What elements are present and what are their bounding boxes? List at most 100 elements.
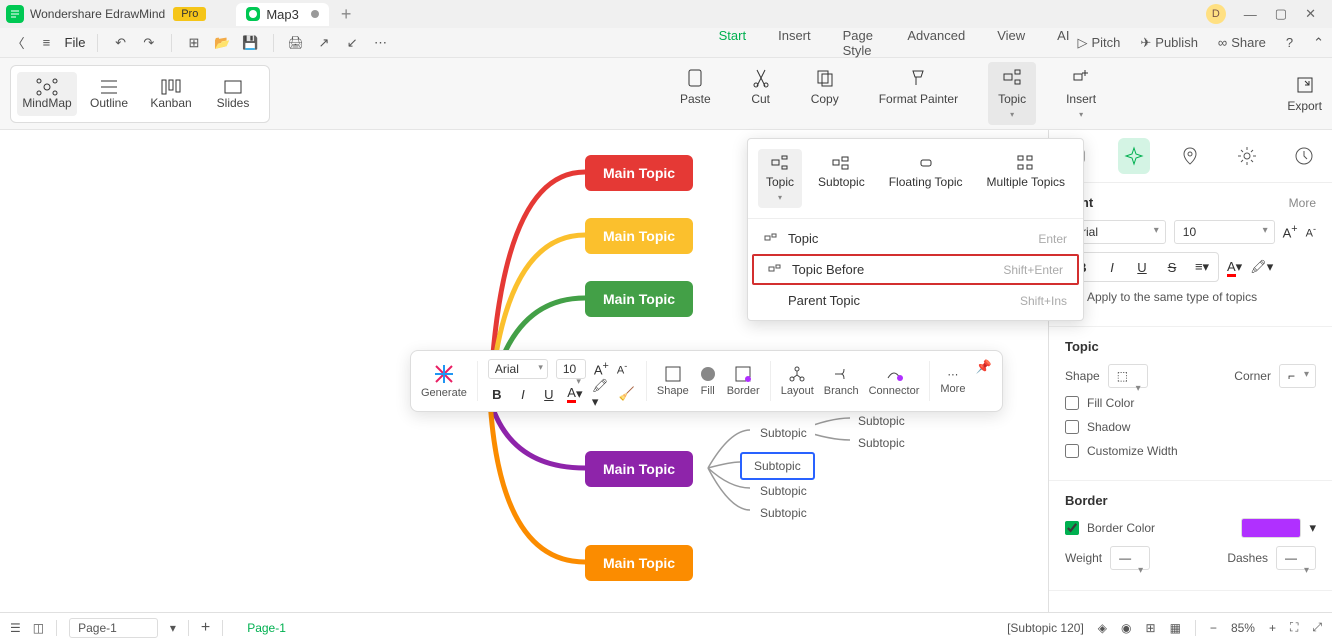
bold-icon[interactable]: B	[488, 385, 506, 403]
outline-toggle-icon[interactable]: ☰	[10, 621, 21, 635]
sp-tab-map[interactable]	[1174, 138, 1207, 174]
font-color-button[interactable]: A▾	[1227, 259, 1242, 275]
subtopic-selected[interactable]: Subtopic	[740, 452, 815, 480]
dashes-select[interactable]: —	[1276, 546, 1316, 570]
avatar[interactable]: D	[1206, 4, 1226, 24]
add-page-button[interactable]: +	[201, 619, 210, 637]
font-increase-icon[interactable]: A+	[1283, 223, 1298, 240]
dd-multiple-topics[interactable]: Multiple Topics	[979, 149, 1073, 208]
view-kanban[interactable]: Kanban	[141, 72, 201, 116]
more-quick-icon[interactable]: ⋯	[370, 32, 390, 54]
page-tab[interactable]: Page-1	[235, 621, 298, 635]
print-icon[interactable]: 🖨	[286, 32, 306, 54]
fullscreen-icon[interactable]: ⤢	[1312, 620, 1322, 635]
pitch-button[interactable]: ▷Pitch	[1077, 35, 1120, 51]
branch-button[interactable]: Branch	[824, 365, 859, 397]
redo-icon[interactable]: ↷	[139, 32, 159, 54]
border-color-checkbox[interactable]	[1065, 521, 1079, 535]
underline-icon[interactable]: U	[540, 385, 558, 403]
main-topic-1[interactable]: Main Topic	[585, 155, 693, 191]
sidebar-toggle-icon[interactable]: ◫	[33, 621, 44, 635]
sp-tab-ai[interactable]	[1118, 138, 1151, 174]
corner-select[interactable]: ⌐	[1279, 364, 1316, 388]
subtopic[interactable]: Subtopic	[752, 422, 815, 444]
fit-screen-icon[interactable]: ⛶	[1290, 620, 1298, 635]
share-button[interactable]: ∞Share	[1218, 35, 1266, 50]
topic-button[interactable]: Topic▾	[988, 62, 1036, 125]
status-icon-4[interactable]: ▦	[1170, 621, 1181, 635]
font-color-icon[interactable]: A▾	[566, 385, 584, 403]
export-button[interactable]: Export	[1287, 75, 1322, 113]
file-menu[interactable]: File	[65, 35, 86, 50]
cut-button[interactable]: Cut	[741, 62, 781, 125]
shadow-checkbox[interactable]	[1065, 420, 1079, 434]
close-icon[interactable]: ✕	[1305, 6, 1316, 22]
paste-button[interactable]: Paste	[670, 62, 721, 125]
highlight-button[interactable]: 🖍▾	[1250, 259, 1273, 275]
border-button[interactable]: Border	[727, 365, 760, 397]
import-icon[interactable]: ↙	[342, 32, 362, 54]
dd-floating-topic[interactable]: Floating Topic	[881, 149, 971, 208]
publish-button[interactable]: ✈Publish	[1140, 35, 1198, 51]
view-outline[interactable]: Outline	[79, 72, 139, 116]
main-topic-5[interactable]: Main Topic	[585, 545, 693, 581]
sp-tab-settings[interactable]	[1231, 138, 1264, 174]
size-select[interactable]: 10	[556, 359, 586, 379]
fill-button[interactable]: Fill	[699, 365, 717, 397]
status-icon-2[interactable]: ◉	[1121, 621, 1131, 635]
font-more[interactable]: More	[1289, 196, 1316, 210]
back-icon[interactable]: 〈	[8, 32, 28, 54]
dd-item-topic[interactable]: TopicEnter	[748, 223, 1083, 254]
menu-icon[interactable]: ≡	[36, 32, 56, 54]
undo-icon[interactable]: ↶	[110, 32, 130, 54]
shape-select[interactable]: ⬚	[1108, 364, 1148, 388]
dd-item-parent-topic[interactable]: Parent TopicShift+Ins	[748, 285, 1083, 316]
maximize-icon[interactable]: ▢	[1275, 6, 1287, 22]
open-icon[interactable]: 📂	[212, 32, 232, 54]
page-selector[interactable]: Page-1	[69, 618, 158, 638]
view-mindmap[interactable]: MindMap	[17, 72, 77, 116]
new-icon[interactable]: ⊞	[184, 32, 204, 54]
close-tab-icon[interactable]	[311, 10, 319, 18]
save-icon[interactable]: 💾	[240, 32, 260, 54]
font-size-select[interactable]: 10	[1174, 220, 1275, 244]
copy-button[interactable]: Copy	[801, 62, 849, 125]
main-topic-2[interactable]: Main Topic	[585, 218, 693, 254]
minimize-icon[interactable]: —	[1244, 7, 1257, 22]
underline-button[interactable]: U	[1128, 255, 1156, 279]
zoom-level[interactable]: 85%	[1231, 621, 1255, 635]
fill-color-checkbox[interactable]	[1065, 396, 1079, 410]
align-button[interactable]: ≡▾	[1188, 255, 1216, 279]
view-slides[interactable]: Slides	[203, 72, 263, 116]
border-color-swatch[interactable]	[1241, 518, 1301, 538]
italic-button[interactable]: I	[1098, 255, 1126, 279]
connector-button[interactable]: Connector	[869, 365, 920, 397]
chevron-down-icon[interactable]: ▾	[170, 621, 176, 635]
status-icon-1[interactable]: ◈	[1098, 621, 1107, 635]
format-painter-button[interactable]: Format Painter	[869, 62, 968, 125]
subtopic[interactable]: Subtopic	[850, 432, 913, 454]
zoom-out-button[interactable]: −	[1210, 621, 1217, 635]
font-decrease-icon[interactable]: A-	[617, 361, 627, 377]
dd-topic[interactable]: Topic▾	[758, 149, 802, 208]
generate-button[interactable]: Generate	[421, 363, 467, 399]
strike-button[interactable]: S	[1158, 255, 1186, 279]
weight-select[interactable]: —	[1110, 546, 1150, 570]
subtopic[interactable]: Subtopic	[752, 480, 815, 502]
font-increase-icon[interactable]: A+	[594, 360, 609, 377]
zoom-in-button[interactable]: +	[1269, 621, 1276, 635]
layout-button[interactable]: Layout	[781, 365, 814, 397]
dd-subtopic[interactable]: Subtopic	[810, 149, 873, 208]
font-select[interactable]: Arial	[488, 359, 548, 379]
font-decrease-icon[interactable]: A-	[1306, 224, 1316, 240]
dd-item-topic-before[interactable]: Topic BeforeShift+Enter	[752, 254, 1079, 285]
export-quick-icon[interactable]: ↗	[314, 32, 334, 54]
custom-width-checkbox[interactable]	[1065, 444, 1079, 458]
subtopic[interactable]: Subtopic	[752, 502, 815, 524]
clear-format-icon[interactable]: 🧹	[618, 385, 636, 403]
status-icon-3[interactable]: ⊞	[1146, 621, 1156, 635]
help-icon[interactable]: ?	[1286, 35, 1293, 50]
subtopic[interactable]: Subtopic	[850, 410, 913, 432]
pin-icon[interactable]: 📌	[975, 359, 991, 375]
highlight-icon[interactable]: 🖍▾	[592, 385, 610, 403]
